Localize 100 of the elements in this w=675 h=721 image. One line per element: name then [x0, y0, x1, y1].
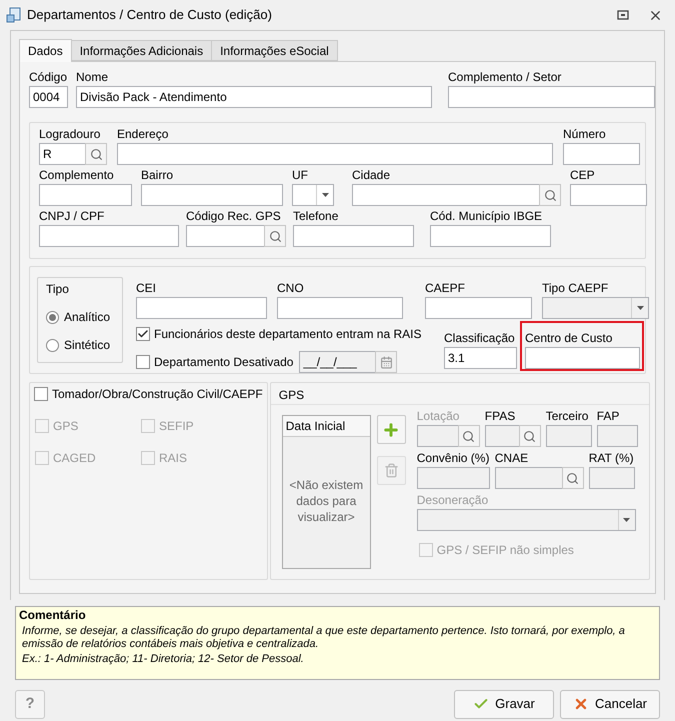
field-label: Tipo CAEPF — [542, 281, 610, 297]
checkbox-label: RAIS — [159, 450, 188, 467]
field-label: Nome — [76, 70, 110, 86]
text-field[interactable] — [570, 184, 647, 206]
window-title: Departamentos / Centro de Custo (edição) — [27, 6, 273, 24]
checkbox[interactable] — [34, 387, 48, 401]
field-label: FPAS — [484, 409, 516, 425]
text-field[interactable] — [39, 184, 132, 206]
search-button[interactable] — [458, 425, 480, 447]
search-icon — [268, 230, 282, 242]
text-field[interactable]: Divisão Pack - Atendimento — [76, 86, 432, 108]
field-label: Endereço — [117, 127, 170, 143]
search-icon — [566, 472, 580, 484]
comment-title: Comentário — [19, 607, 87, 623]
field-label: Terceiro — [546, 409, 590, 425]
field-label: Complemento — [39, 168, 115, 184]
text-field[interactable] — [448, 86, 655, 108]
text-field[interactable] — [563, 143, 640, 165]
search-field[interactable]: R — [39, 143, 85, 165]
dropdown[interactable] — [292, 184, 334, 206]
field-label: Cód. Município IBGE — [430, 209, 544, 225]
text-field[interactable] — [596, 425, 638, 447]
search-field[interactable] — [186, 225, 264, 247]
search-button[interactable] — [562, 467, 584, 489]
cancel-button[interactable]: Cancelar — [560, 690, 660, 718]
search-button[interactable] — [518, 425, 541, 447]
restore-icon[interactable] — [617, 10, 629, 20]
checkbox-label: Departamento Desativado — [154, 354, 294, 371]
tab[interactable]: Informações eSocial — [211, 40, 338, 61]
search-icon — [544, 188, 556, 202]
calendar-icon — [380, 356, 393, 368]
comment-text: Ex.: 1- Administração; 11- Diretoria; 12- Setor de Pessoal. — [21, 653, 305, 666]
field-label: CNAE — [494, 451, 530, 467]
caret-icon — [322, 193, 328, 197]
text-field[interactable] — [277, 297, 403, 319]
field-label: Complemento / Setor — [448, 70, 562, 86]
field-label: RAT (%) — [588, 451, 635, 467]
trash-icon — [384, 463, 399, 478]
field-label: Cidade — [352, 168, 392, 184]
caret-icon — [623, 518, 630, 522]
checkbox[interactable] — [136, 327, 150, 341]
search-field[interactable] — [416, 425, 458, 447]
search-button[interactable] — [264, 225, 286, 247]
search-icon — [462, 430, 476, 442]
field-label: Telefone — [293, 209, 340, 225]
dropdown[interactable] — [542, 297, 649, 319]
text-field[interactable]: 3.1 — [444, 347, 517, 369]
caret-icon — [636, 306, 644, 310]
text-field[interactable] — [136, 297, 267, 319]
text-field[interactable] — [546, 425, 592, 447]
text-field[interactable] — [416, 467, 490, 489]
group-title: GPS — [270, 383, 649, 405]
radio-button[interactable] — [46, 310, 59, 324]
field-label: UF — [292, 168, 309, 184]
text-field[interactable] — [293, 225, 414, 247]
checkbox-label: GPS — [53, 418, 78, 435]
text-field[interactable] — [39, 225, 179, 247]
field-label: Bairro — [141, 168, 174, 184]
checkbox[interactable] — [136, 355, 150, 369]
field-label: CAEPF — [425, 281, 466, 297]
search-field[interactable] — [484, 425, 519, 447]
plus-icon — [382, 420, 400, 438]
field-label: Número — [563, 127, 607, 143]
radio-button[interactable] — [46, 338, 59, 352]
field-label: Centro de Custo — [525, 331, 614, 347]
delete-button[interactable] — [376, 456, 406, 485]
search-icon — [90, 148, 102, 160]
text-field[interactable] — [141, 184, 283, 206]
search-button[interactable] — [85, 143, 107, 165]
save-button[interactable]: Gravar — [454, 690, 554, 718]
tab[interactable]: Informações Adicionais — [70, 40, 212, 61]
field-label: CNPJ / CPF — [39, 209, 106, 225]
field-label: Código Rec. GPS — [186, 209, 282, 225]
add-button[interactable] — [376, 415, 406, 444]
text-field[interactable] — [525, 347, 640, 369]
field-label: CNO — [277, 281, 305, 297]
search-field[interactable] — [352, 184, 539, 206]
checkbox-label: SEFIP — [159, 418, 194, 435]
field-label: Logradouro — [39, 127, 102, 143]
text-field[interactable]: 0004 — [29, 86, 68, 108]
checkbox-label: Tomador/Obra/Construção Civil/CAEPF — [52, 386, 263, 403]
radio-label: Analítico — [64, 309, 110, 326]
search-button[interactable] — [539, 184, 561, 206]
column-header: Data Inicial — [282, 416, 370, 437]
field-label: CEP — [570, 168, 596, 184]
text-field[interactable] — [425, 297, 532, 319]
checkbox-label: CAGED — [53, 450, 96, 467]
calendar-button[interactable] — [375, 351, 398, 373]
text-field[interactable] — [430, 225, 551, 247]
empty-message: <Não existem dados para visualizar> — [288, 477, 364, 525]
check-icon — [137, 328, 149, 340]
date-list[interactable]: Data Inicial <Não existem dados para visualizar> — [282, 415, 371, 569]
tab[interactable]: Dados — [19, 39, 72, 62]
checkbox-label: GPS / SEFIP não simples — [436, 542, 574, 559]
app-icon — [6, 7, 22, 23]
text-field[interactable] — [117, 143, 553, 165]
dropdown[interactable] — [416, 509, 636, 531]
field-label: CEI — [136, 281, 158, 297]
search-field[interactable] — [494, 467, 562, 489]
text-field[interactable] — [588, 467, 635, 489]
